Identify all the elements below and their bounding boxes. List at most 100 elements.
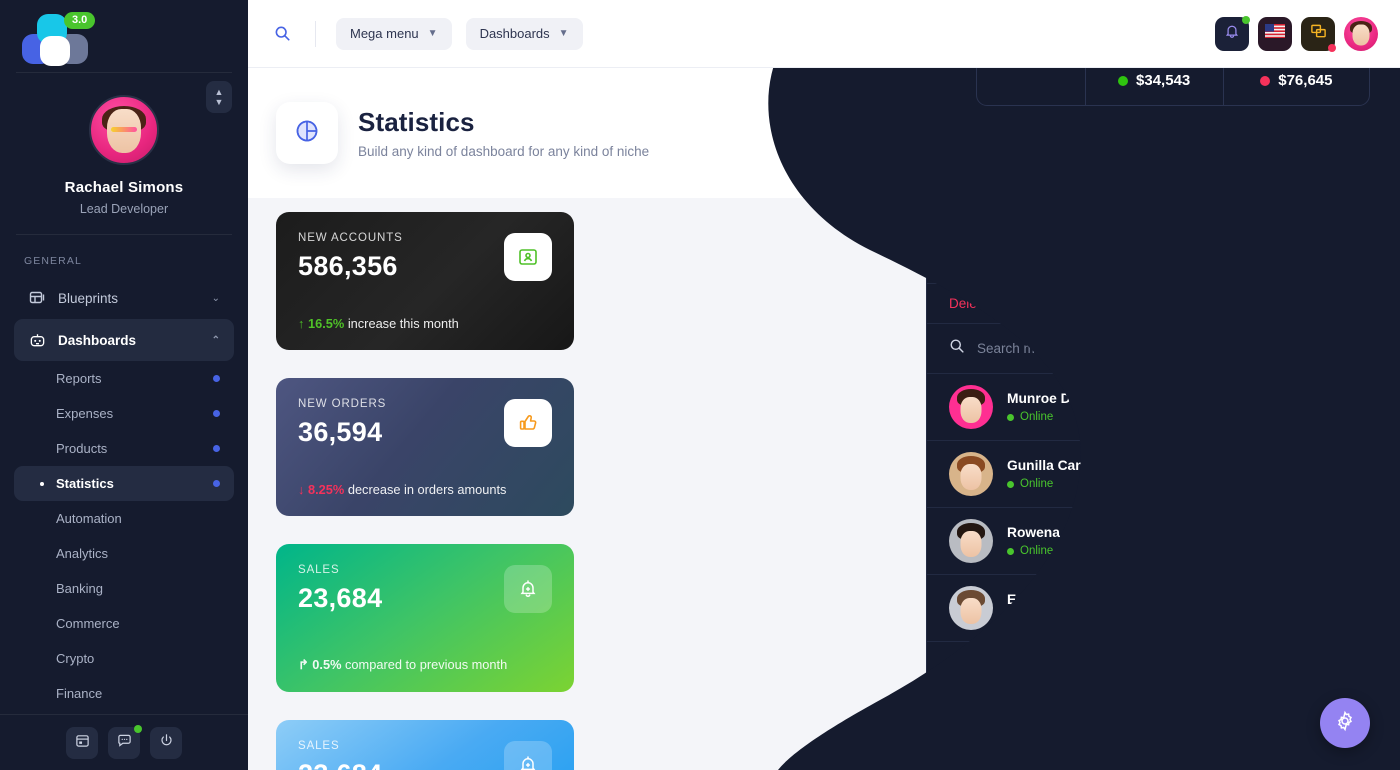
sidebar-item-products[interactable]: Products <box>14 431 234 466</box>
settings-fab-button[interactable] <box>1320 698 1370 748</box>
brand-logo[interactable]: 3.0 <box>0 0 248 72</box>
notification-dot <box>134 724 142 733</box>
add-contact-button[interactable]: + ADD <box>1282 528 1351 554</box>
calendar-icon <box>75 733 90 753</box>
flag-us-icon <box>1265 24 1285 43</box>
sidebar-sub-label: Products <box>56 441 108 456</box>
language-button[interactable] <box>1258 16 1292 51</box>
sidebar-sub-label: Automation <box>56 511 122 526</box>
bell-alert-icon <box>504 741 552 770</box>
status-dot <box>213 375 220 382</box>
chevron-down-icon: ▼ <box>427 28 438 39</box>
sidebar-item-label: Dashboards <box>58 332 137 348</box>
contact-info: Ede Stoving Online <box>1007 592 1087 624</box>
kpi-card-sales-green[interactable]: SALES 23,684 ↱ 0.5% compared to previous… <box>276 544 574 692</box>
kpi-delta: ↱ 0.5% compared to previous month <box>298 657 507 673</box>
add-contact-button[interactable]: + ADD <box>1282 394 1351 420</box>
contact-status-label: Online <box>1020 612 1054 624</box>
chevron-down-icon: ⌄ <box>211 292 220 304</box>
search-icon <box>949 338 965 359</box>
avatar-eyes <box>111 127 137 133</box>
status-dot-negative <box>1260 75 1271 86</box>
sidebar-item-blueprints[interactable]: Blueprints ⌄ <box>14 277 234 319</box>
notifications-button[interactable] <box>1215 15 1250 51</box>
messenger-toolbar: Delete all Emma Taylor <box>927 283 1373 324</box>
view-all-participants-button[interactable]: View all participants → <box>1050 688 1252 724</box>
kpi-grid: NEW ACCOUNTS 586,356 ↑ 16.5% increase th <box>276 212 896 770</box>
messenger-titles: MESSAGES Messenger Window <box>949 233 1098 266</box>
sidebar-item-dashboards[interactable]: Dashboards ⌃ <box>14 319 234 361</box>
chevron-down-icon: ▼ <box>214 96 224 107</box>
sidebar-item-commerce[interactable]: Commerce <box>14 606 234 641</box>
messenger-title: Messenger Window <box>949 248 1099 265</box>
sidebar-item-statistics[interactable]: Statistics <box>14 466 234 501</box>
kpi-card-new-orders[interactable]: NEW ORDERS 36,594 ↓ 8.25% decrease in or… <box>276 378 574 516</box>
add-contact-button[interactable]: + ADD <box>1282 595 1351 621</box>
contact-info: Rowena Geistmann Online <box>1007 525 1135 557</box>
sidebar-item-reports[interactable]: Reports <box>14 361 234 396</box>
calendar-button[interactable] <box>66 726 98 759</box>
messenger-search-row <box>927 324 1373 374</box>
app-root: 3.0 ▲ ▼ Rachael Simons Lead Developer GE… <box>0 0 1400 770</box>
messages-button[interactable] <box>1301 16 1336 52</box>
messenger-kicker: MESSAGES <box>949 233 1015 245</box>
sidebar-item-analytics[interactable]: Analytics <box>14 536 234 571</box>
search-input[interactable] <box>977 341 1277 356</box>
version-badge: 3.0 <box>64 12 96 29</box>
chat-button[interactable] <box>108 724 142 759</box>
status-dot <box>213 410 220 417</box>
list-item[interactable]: Rowena Geistmann Online + ADD <box>927 508 1373 575</box>
main-area: Mega menu ▼ Dashboards ▼ Statistics Buil… <box>248 0 1400 770</box>
blueprint-icon <box>28 289 46 307</box>
list-item[interactable]: Munroe Dacks Online + ADD <box>927 374 1373 441</box>
contact-name: Haydn Porter <box>1007 659 1094 674</box>
page-header-text: Statistics Build any kind of dashboard f… <box>358 107 649 159</box>
current-user-name: Emma Taylor <box>1267 296 1351 311</box>
sidebar-item-finance[interactable]: Finance <box>14 676 234 711</box>
add-label: ADD <box>1311 535 1337 547</box>
profile-switcher-button[interactable]: ▲ ▼ <box>206 81 232 113</box>
sidebar-item-crypto[interactable]: Crypto <box>14 641 234 676</box>
dashboards-menu-button[interactable]: Dashboards ▼ <box>465 17 583 50</box>
avatar <box>949 586 993 630</box>
kpi-card-sales-blue[interactable]: SALES 23,684 ↱ 0.5% c <box>276 720 574 770</box>
user-avatar[interactable] <box>1344 16 1378 51</box>
sidebar-item-banking[interactable]: Banking <box>14 571 234 606</box>
sidebar-sublist: Reports Expenses Products Statistics Aut… <box>14 361 234 711</box>
sidebar-item-label: Blueprints <box>58 290 119 306</box>
bell-alert-icon <box>504 565 552 613</box>
sidebar-item-expenses[interactable]: Expenses <box>14 396 234 431</box>
earnings-cell-value-wrap: $34,543 <box>1110 72 1199 89</box>
kpi-card-new-accounts[interactable]: NEW ACCOUNTS 586,356 ↑ 16.5% increase th <box>276 212 574 350</box>
contact-info: Munroe Dacks Online <box>1007 391 1101 423</box>
earnings-cell-value: $34,543 <box>1136 72 1191 89</box>
list-item[interactable]: Gunilla Canario Online + ADD <box>927 441 1373 508</box>
plus-icon: + <box>1296 602 1304 614</box>
mega-menu-button[interactable]: Mega menu ▼ <box>336 17 452 50</box>
toolbar-divider <box>315 20 316 47</box>
plus-icon: + <box>1296 468 1304 480</box>
list-item[interactable]: Ede Stoving Online + ADD <box>927 575 1373 642</box>
sidebar-sub-label: Banking <box>56 581 103 596</box>
contact-name: Munroe Dacks <box>1007 391 1102 406</box>
kpi-delta-arrow: ↓ <box>298 482 305 497</box>
sidebar-sub-label: Statistics <box>56 476 114 491</box>
sidebar-item-automation[interactable]: Automation <box>14 501 234 536</box>
add-contact-button[interactable]: + ADD <box>1282 461 1351 487</box>
kpi-delta-value: 0.5% <box>312 657 342 672</box>
status-dot-online <box>1007 480 1014 488</box>
sidebar-footer <box>0 714 248 770</box>
page-subtitle: Build any kind of dashboard for any kind… <box>358 144 650 159</box>
contact-card-icon <box>504 233 552 281</box>
sidebar: 3.0 ▲ ▼ Rachael Simons Lead Developer GE… <box>0 0 248 770</box>
search-icon[interactable] <box>270 21 295 46</box>
delete-all-button[interactable]: Delete all <box>949 296 1005 311</box>
power-button[interactable] <box>150 726 182 759</box>
profile-name: Rachael Simons <box>64 179 184 196</box>
notification-dot <box>1328 43 1336 52</box>
contact-status: Online <box>1007 545 1135 557</box>
avatar-face <box>960 530 982 557</box>
avatar <box>949 385 993 429</box>
messenger-user-avatar[interactable]: ET <box>1316 233 1351 267</box>
sidebar-sub-label: Crypto <box>56 651 95 666</box>
